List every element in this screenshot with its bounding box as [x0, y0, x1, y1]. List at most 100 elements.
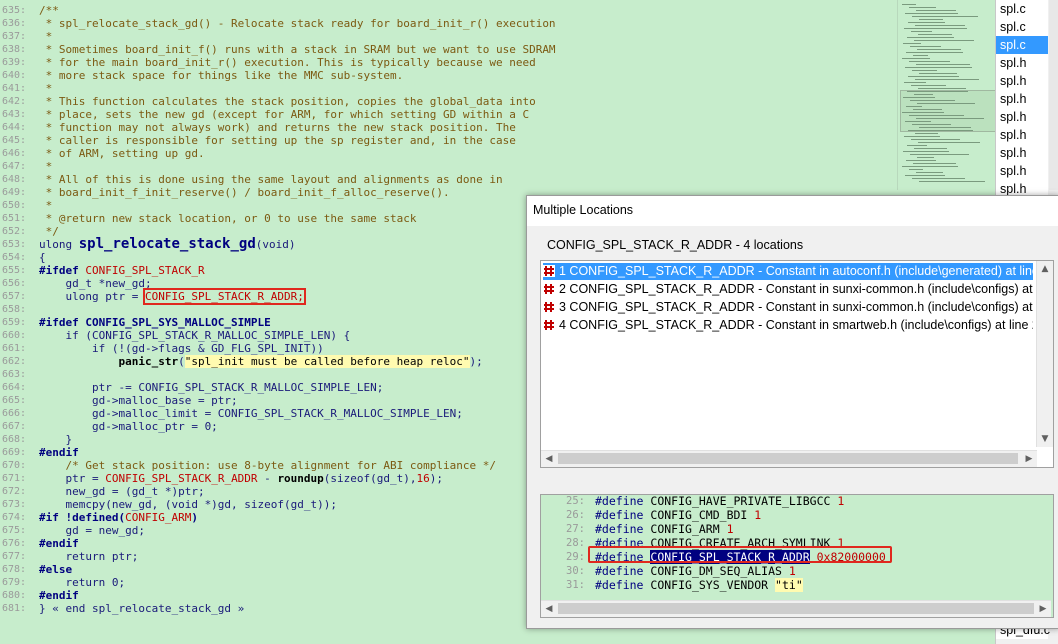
code-text: * caller is responsible for setting up t…	[39, 134, 516, 147]
line-number: 667:	[2, 421, 27, 432]
minimap-line	[904, 136, 940, 137]
location-label: 4 CONFIG_SPL_STACK_R_ADDR - Constant in …	[559, 318, 1033, 332]
code-text: /* Get stack position: use 8-byte alignm…	[39, 459, 496, 472]
preview-line: 31: #define CONFIG_SYS_VENDOR "ti"	[566, 578, 803, 592]
locations-horizontal-scrollbar[interactable]: ◀ ▶	[541, 450, 1037, 467]
minimap-line	[919, 19, 943, 20]
constant-icon	[543, 264, 555, 277]
minimap-line	[903, 151, 949, 152]
code-line: 637: *	[0, 30, 897, 43]
line-number: 664:	[2, 382, 27, 393]
minimap-line	[910, 100, 955, 101]
line-number: 676:	[2, 538, 27, 549]
minimap-line	[909, 61, 950, 62]
line-number: 670:	[2, 460, 27, 471]
minimap-line	[917, 157, 934, 158]
line-number: 662:	[2, 356, 27, 367]
line-number: 669:	[2, 447, 27, 458]
minimap[interactable]	[897, 0, 996, 190]
file-list-item[interactable]: spl.h	[996, 144, 1048, 162]
location-item[interactable]: 2 CONFIG_SPL_STACK_R_ADDR - Constant in …	[543, 281, 1033, 298]
minimap-line	[915, 25, 965, 26]
minimap-line	[913, 109, 942, 110]
line-number: 663:	[2, 369, 27, 380]
locations-list[interactable]: 1 CONFIG_SPL_STACK_R_ADDR - Constant in …	[540, 260, 1054, 468]
code-text: * All of this is done using the same lay…	[39, 173, 503, 186]
code-text: * place, sets the new gd (except for ARM…	[39, 108, 530, 121]
line-number: 637:	[2, 31, 27, 42]
code-line: 636: * spl_relocate_stack_gd() - Relocat…	[0, 17, 897, 30]
scroll-right-icon[interactable]: ▶	[1021, 451, 1037, 467]
minimap-line	[910, 46, 941, 47]
file-list-item[interactable]: spl.h	[996, 54, 1048, 72]
minimap-line	[909, 169, 923, 170]
line-number: 644:	[2, 122, 27, 133]
minimap-line	[913, 55, 928, 56]
locations-vertical-scrollbar[interactable]: ▲ ▼	[1036, 261, 1053, 447]
line-number: 638:	[2, 44, 27, 55]
preview-line: 26: #define CONFIG_CMD_BDI 1	[566, 508, 762, 522]
location-item[interactable]: 4 CONFIG_SPL_STACK_R_ADDR - Constant in …	[543, 317, 1033, 334]
file-list-item[interactable]: spl.h	[996, 72, 1048, 90]
location-item[interactable]: 1 CONFIG_SPL_STACK_R_ADDR - Constant in …	[543, 263, 1033, 280]
code-preview-pane[interactable]: 25: #define CONFIG_HAVE_PRIVATE_LIBGCC 12…	[540, 494, 1054, 618]
file-list-item[interactable]: spl.c	[996, 0, 1048, 18]
code-line: 647: *	[0, 160, 897, 173]
code-text: *	[39, 160, 53, 173]
line-number: 656:	[2, 278, 27, 289]
line-number: 659:	[2, 317, 27, 328]
line-number: 635:	[2, 5, 27, 16]
scroll-left-icon[interactable]: ◀	[541, 451, 557, 467]
line-number: 647:	[2, 161, 27, 172]
file-list-scrollbar[interactable]	[1049, 0, 1058, 190]
minimap-line	[915, 133, 938, 134]
code-line: 635: /**	[0, 4, 897, 17]
code-text: ulong ptr = CONFIG_SPL_STACK_R_ADDR;	[39, 288, 306, 305]
code-text: return 0;	[39, 576, 126, 589]
constant-icon	[543, 282, 555, 295]
locations-heading: CONFIG_SPL_STACK_R_ADDR - 4 locations	[547, 238, 804, 252]
location-label: 3 CONFIG_SPL_STACK_R_ADDR - Constant in …	[559, 300, 1033, 314]
scroll-down-icon[interactable]: ▼	[1037, 431, 1053, 447]
file-list-item[interactable]: spl.c	[996, 18, 1048, 36]
scrollbar-thumb[interactable]	[558, 603, 1034, 614]
code-text: #endif	[39, 446, 79, 459]
line-number: 673:	[2, 499, 27, 510]
minimap-line	[909, 7, 936, 8]
code-line: 638: * Sometimes board_init_f() runs wit…	[0, 43, 897, 56]
line-number: 678:	[2, 564, 27, 575]
highlight-box	[588, 546, 892, 563]
scroll-right-icon[interactable]: ▶	[1035, 601, 1051, 617]
line-number: 650:	[2, 200, 27, 211]
line-number: 672:	[2, 486, 27, 497]
location-label: 2 CONFIG_SPL_STACK_R_ADDR - Constant in …	[559, 282, 1033, 296]
location-item[interactable]: 3 CONFIG_SPL_STACK_R_ADDR - Constant in …	[543, 299, 1033, 316]
line-number: 658:	[2, 304, 27, 315]
code-line: 640: * more stack space for things like …	[0, 69, 897, 82]
file-list-item[interactable]: spl.c	[996, 36, 1048, 54]
file-list-item[interactable]: spl.h	[996, 162, 1048, 180]
minimap-line	[904, 28, 967, 29]
code-line: 641: *	[0, 82, 897, 95]
scrollbar-thumb[interactable]	[558, 453, 1018, 464]
file-list-item[interactable]: spl.h	[996, 90, 1048, 108]
code-text: *	[39, 30, 53, 43]
line-number: 671:	[2, 473, 27, 484]
code-text: gd->malloc_limit = CONFIG_SPL_STACK_R_MA…	[39, 407, 463, 420]
minimap-line	[902, 166, 958, 167]
scroll-up-icon[interactable]: ▲	[1037, 261, 1053, 277]
code-text: if (CONFIG_SPL_STACK_R_MALLOC_SIMPLE_LEN…	[39, 329, 351, 342]
code-text: * of ARM, setting up gd.	[39, 147, 205, 160]
minimap-line	[908, 130, 973, 131]
minimap-line	[912, 16, 978, 17]
minimap-line	[912, 178, 965, 179]
file-list-item[interactable]: spl.h	[996, 126, 1048, 144]
scroll-left-icon[interactable]: ◀	[541, 601, 557, 617]
file-list-item[interactable]: spl.h	[996, 108, 1048, 126]
code-text: ptr -= CONFIG_SPL_STACK_R_MALLOC_SIMPLE_…	[39, 381, 384, 394]
preview-horizontal-scrollbar[interactable]: ◀ ▶	[541, 600, 1051, 617]
code-text: * @return new stack location, or 0 to us…	[39, 212, 417, 225]
minimap-line	[919, 127, 971, 128]
code-line: 646: * of ARM, setting up gd.	[0, 147, 897, 160]
code-text: #endif	[39, 537, 79, 550]
